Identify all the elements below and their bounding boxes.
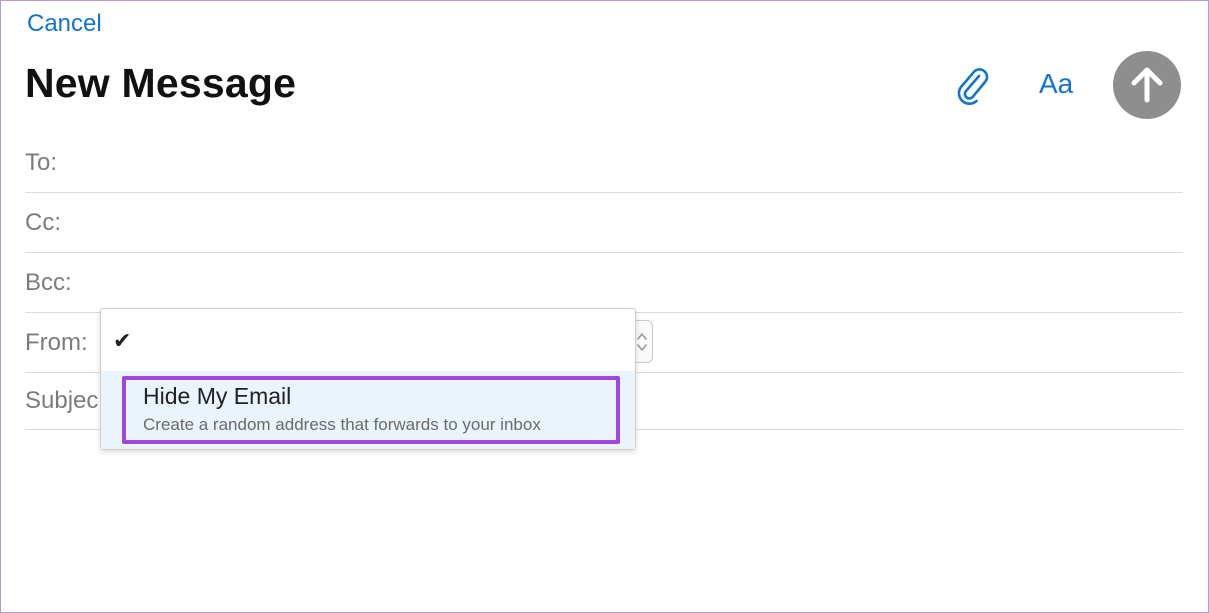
- cc-row: Cc:: [25, 193, 1183, 253]
- checkmark-icon: ✔: [113, 329, 132, 354]
- to-label: To:: [25, 149, 58, 176]
- from-dropdown-menu: ✔ Hide My Email Create a random address …: [100, 308, 636, 450]
- bcc-input[interactable]: [135, 263, 1183, 303]
- page-title: New Message: [25, 60, 297, 106]
- hide-my-email-option[interactable]: Hide My Email Create a random address th…: [101, 371, 635, 449]
- format-button[interactable]: Aa: [1039, 68, 1073, 100]
- attach-button[interactable]: [955, 66, 991, 106]
- to-input[interactable]: [135, 143, 1183, 183]
- bcc-label: Bcc:: [25, 269, 72, 296]
- paperclip-icon: [957, 68, 989, 105]
- dropdown-selected-item[interactable]: ✔: [101, 309, 635, 371]
- to-row: To:: [25, 133, 1183, 193]
- option-title: Hide My Email: [143, 383, 292, 409]
- bcc-row: Bcc:: [25, 253, 1183, 313]
- cc-input[interactable]: [135, 203, 1183, 243]
- from-label: From:: [25, 329, 88, 356]
- option-description: Create a random address that forwards to…: [143, 415, 541, 434]
- cc-label: Cc:: [25, 209, 61, 236]
- send-button[interactable]: [1113, 51, 1181, 119]
- chevron-updown-icon: [637, 332, 647, 351]
- subject-label: Subjec: [25, 387, 99, 414]
- cancel-button[interactable]: Cancel: [27, 10, 102, 38]
- arrow-up-icon: [1131, 67, 1163, 103]
